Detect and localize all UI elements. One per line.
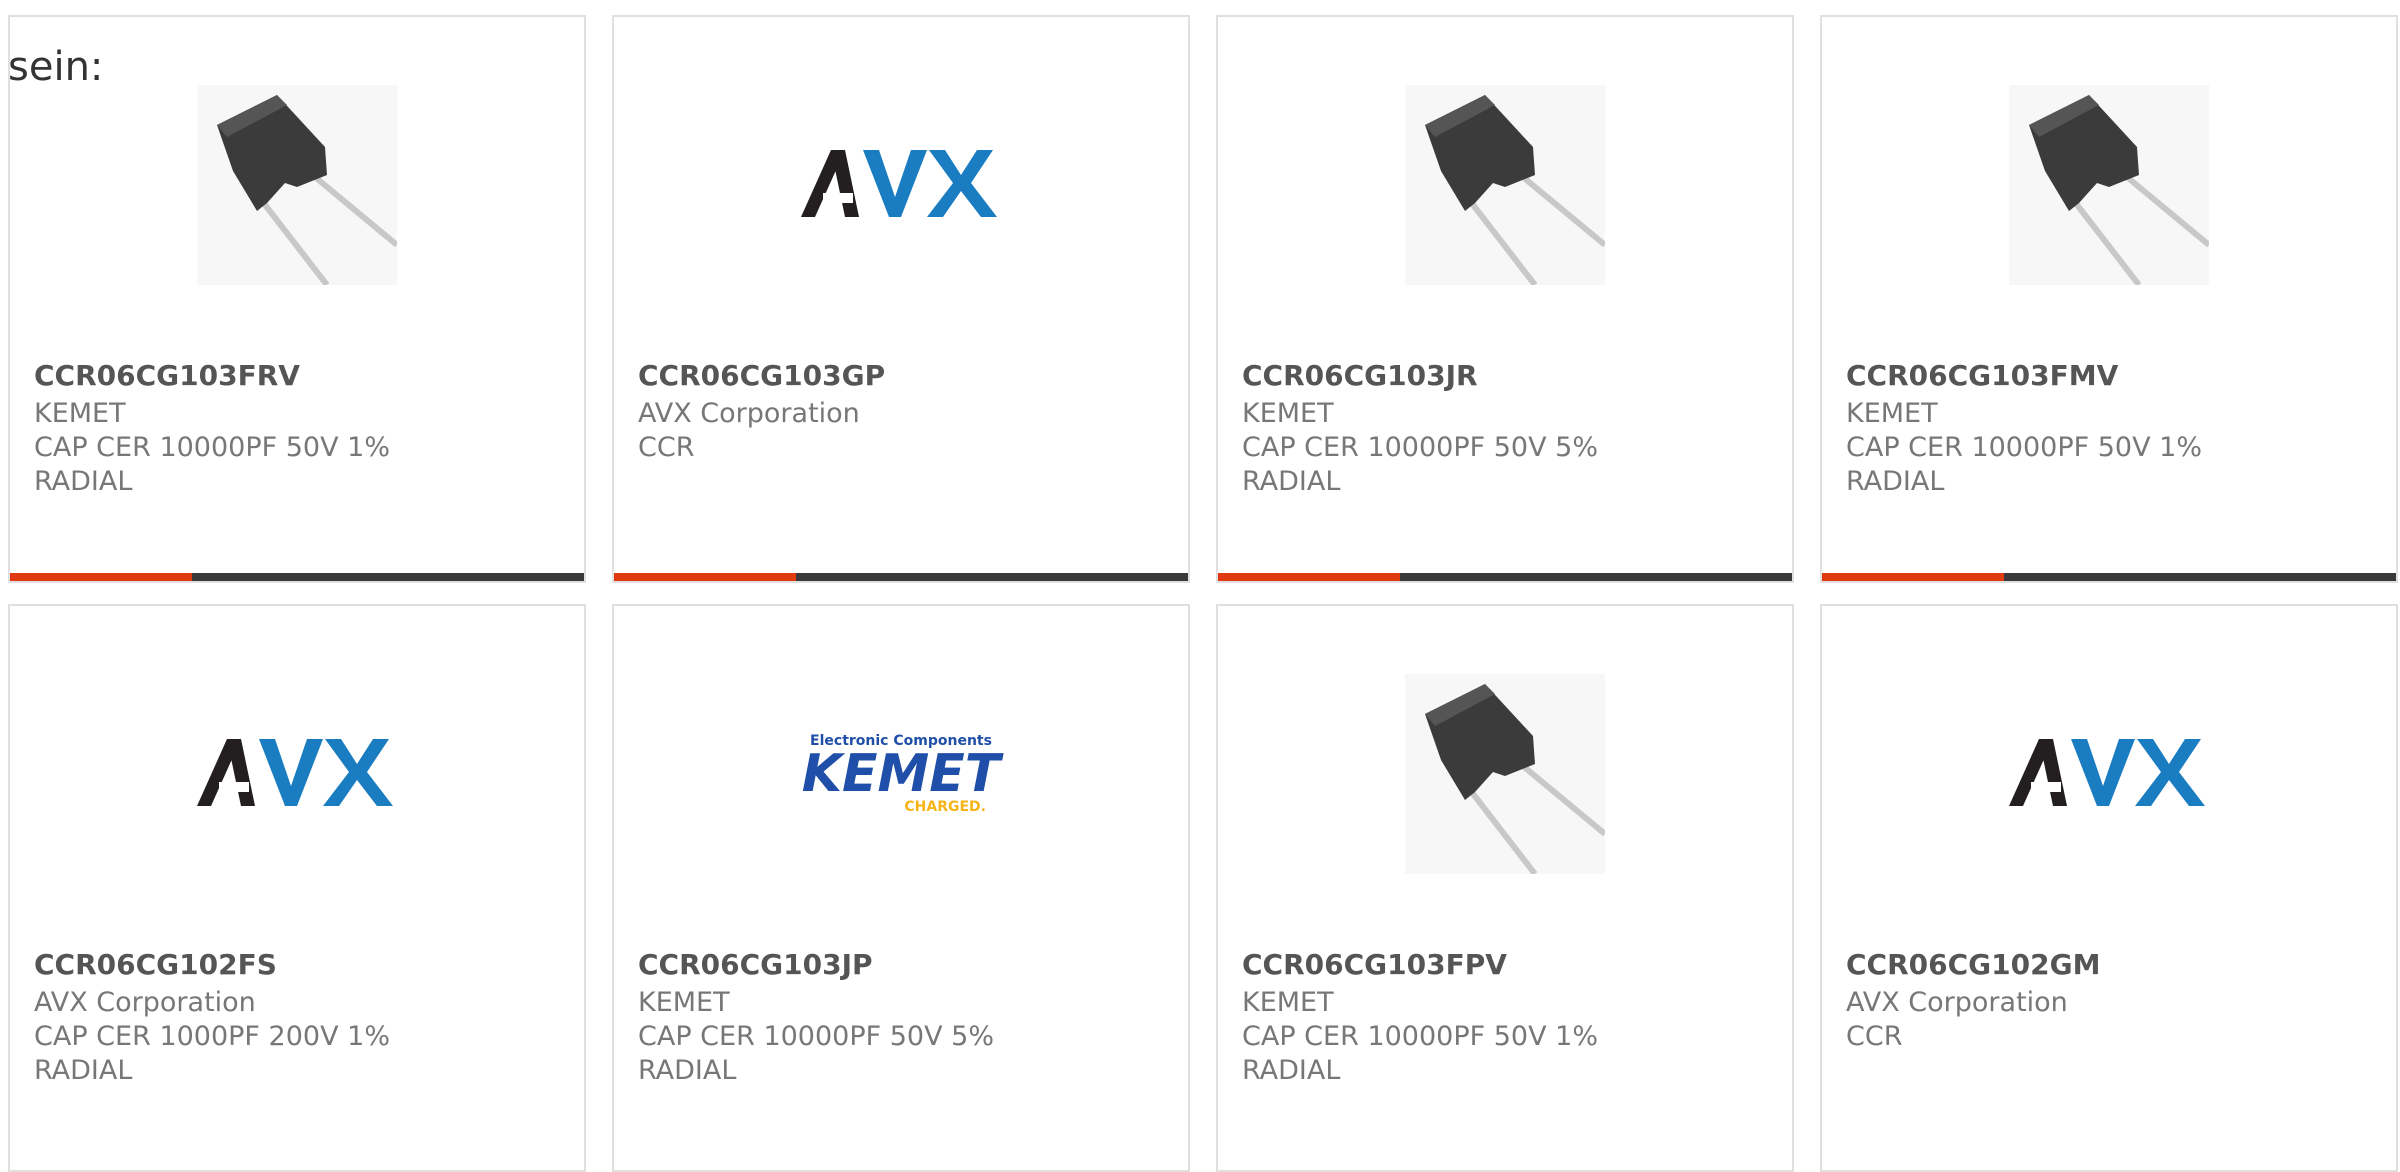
product-image[interactable]	[10, 666, 584, 881]
capacitor-photo-icon	[2009, 84, 2209, 285]
description: CAP CER 10000PF 50V 5% RADIAL	[638, 1021, 994, 1086]
description: CAP CER 10000PF 50V 1% RADIAL	[1242, 1021, 1598, 1086]
intro-text: sein:	[8, 44, 104, 90]
manufacturer: KEMET	[1242, 398, 1334, 429]
kemet-logo-icon: Electronic Components KEMET CHARGED.	[802, 733, 1004, 815]
description: CCR	[638, 432, 695, 463]
product-card[interactable]: CCR06CG102GM AVX Corporation CCR	[1820, 604, 2398, 1172]
description: CCR	[1846, 1021, 1903, 1052]
product-image[interactable]	[1218, 77, 1792, 292]
product-card[interactable]: CCR06CG103FPV KEMET CAP CER 10000PF 50V …	[1216, 604, 1794, 1172]
card-accent-bar	[1218, 573, 1792, 581]
capacitor-photo-icon	[1405, 673, 1605, 874]
capacitor-photo-icon	[197, 84, 397, 285]
avx-logo-icon	[197, 738, 393, 806]
product-card[interactable]: Electronic Components KEMET CHARGED. CCR…	[612, 604, 1190, 1172]
product-image[interactable]	[1218, 666, 1792, 881]
part-number-link[interactable]: CCR06CG102FS	[34, 948, 564, 982]
description: CAP CER 10000PF 50V 5% RADIAL	[1242, 432, 1598, 497]
product-image[interactable]	[1822, 77, 2396, 292]
product-card[interactable]: CCR06CG103FRV KEMET CAP CER 10000PF 50V …	[8, 15, 586, 583]
part-number-link[interactable]: CCR06CG103JP	[638, 948, 1168, 982]
capacitor-photo-icon	[1405, 84, 1605, 285]
avx-logo-icon	[2009, 738, 2205, 806]
product-image[interactable]	[1822, 666, 2396, 881]
product-card[interactable]: CCR06CG103FMV KEMET CAP CER 10000PF 50V …	[1820, 15, 2398, 583]
part-number-link[interactable]: CCR06CG103JR	[1242, 359, 1772, 393]
part-number-link[interactable]: CCR06CG103FMV	[1846, 359, 2376, 393]
part-number-link[interactable]: CCR06CG102GM	[1846, 948, 2376, 982]
description: CAP CER 10000PF 50V 1% RADIAL	[1846, 432, 2202, 497]
description: CAP CER 10000PF 50V 1% RADIAL	[34, 432, 390, 497]
manufacturer: AVX Corporation	[638, 398, 860, 429]
card-accent-fill	[10, 573, 192, 581]
svg-text:KEMET: KEMET	[802, 744, 1004, 804]
part-number-link[interactable]: CCR06CG103GP	[638, 359, 1168, 393]
manufacturer: AVX Corporation	[34, 987, 256, 1018]
manufacturer: KEMET	[1242, 987, 1334, 1018]
card-accent-fill	[1218, 573, 1400, 581]
manufacturer: KEMET	[638, 987, 730, 1018]
description: CAP CER 1000PF 200V 1% RADIAL	[34, 1021, 390, 1086]
manufacturer: KEMET	[34, 398, 126, 429]
card-accent-bar	[1822, 573, 2396, 581]
product-image[interactable]	[614, 77, 1188, 292]
card-accent-fill	[614, 573, 796, 581]
product-card[interactable]: CCR06CG103GP AVX Corporation CCR	[612, 15, 1190, 583]
card-accent-bar	[10, 573, 584, 581]
avx-logo-icon	[801, 149, 997, 217]
product-card[interactable]: CCR06CG103JR KEMET CAP CER 10000PF 50V 5…	[1216, 15, 1794, 583]
product-card[interactable]: CCR06CG102FS AVX Corporation CAP CER 100…	[8, 604, 586, 1172]
part-number-link[interactable]: CCR06CG103FPV	[1242, 948, 1772, 982]
card-accent-bar	[614, 573, 1188, 581]
part-number-link[interactable]: CCR06CG103FRV	[34, 359, 564, 393]
svg-text:CHARGED.: CHARGED.	[904, 799, 986, 815]
card-accent-fill	[1822, 573, 2004, 581]
product-image[interactable]	[10, 77, 584, 292]
manufacturer: KEMET	[1846, 398, 1938, 429]
manufacturer: AVX Corporation	[1846, 987, 2068, 1018]
product-image[interactable]: Electronic Components KEMET CHARGED.	[614, 666, 1188, 881]
